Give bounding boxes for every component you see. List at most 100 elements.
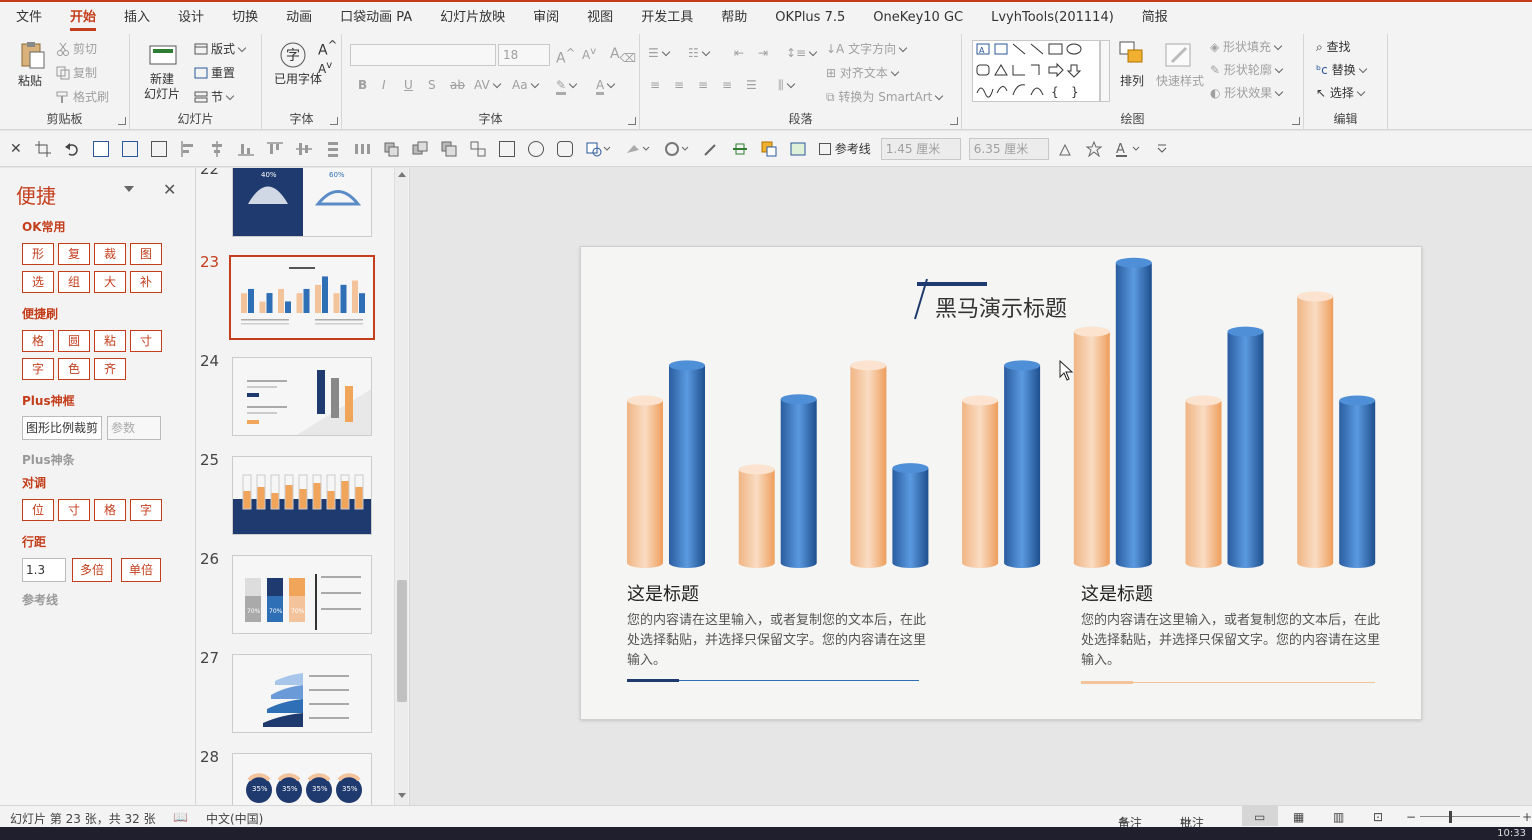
bar-peach-1[interactable] <box>627 395 663 569</box>
zoom-out-icon[interactable]: − <box>1406 810 1416 824</box>
group-objects-icon[interactable] <box>470 141 486 157</box>
font-color-icon[interactable]: A <box>596 78 616 95</box>
increase-indent-icon[interactable]: ⇥ <box>758 46 768 60</box>
line-spacing-icon[interactable]: ↕≡ <box>786 46 818 60</box>
shapes-dropdown-icon[interactable] <box>586 141 612 157</box>
eyedropper-icon[interactable] <box>703 141 719 157</box>
reuse-font-button[interactable]: 已用字体 <box>274 72 322 87</box>
highlight-icon[interactable]: ✎ <box>556 78 578 95</box>
tab-2[interactable]: 插入 <box>124 3 150 33</box>
slideshow-icon[interactable]: ⊡ <box>1373 810 1383 824</box>
ok-button-3[interactable]: 图 <box>130 243 162 265</box>
distributed-icon[interactable]: ☰ <box>746 78 757 92</box>
bar-peach-3[interactable] <box>850 360 887 568</box>
arrange-icon[interactable] <box>1118 40 1148 70</box>
replace-button[interactable]: ᵇc 替换 <box>1316 61 1367 78</box>
smartart-button[interactable]: ⧉ 转换为 SmartArt <box>826 88 944 105</box>
decrease-indent-icon[interactable]: ⇤ <box>734 46 744 60</box>
ok-button-2[interactable]: 裁 <box>94 243 126 265</box>
slide-23[interactable]: 黑马演示标题 这是标题 您的内容请在这里输入，或者复制您的文本后，在此处选择黏贴… <box>580 246 1422 720</box>
scrollbar-thumb[interactable] <box>397 580 407 702</box>
layout-button[interactable]: 版式 <box>194 40 247 57</box>
adjust-button-0[interactable]: 位 <box>22 499 54 521</box>
align-middle-objects-icon[interactable] <box>295 141 312 157</box>
scroll-up-icon[interactable] <box>398 172 406 177</box>
adjust-button-2[interactable]: 格 <box>94 499 126 521</box>
new-slide-icon[interactable] <box>148 40 178 70</box>
tab-14[interactable]: LvyhTools(201114) <box>991 3 1114 33</box>
ok-button-0[interactable]: 形 <box>22 243 54 265</box>
panel-close-icon[interactable]: ✕ <box>163 180 176 199</box>
bar-blue-1[interactable] <box>669 360 705 568</box>
shape-effects-button[interactable]: ◐ 形状效果 <box>1210 84 1284 101</box>
right-column-heading[interactable]: 这是标题 <box>1081 580 1153 606</box>
ok-button-7[interactable]: 补 <box>130 271 162 293</box>
right-column-body[interactable]: 您的内容请在这里输入，或者复制您的文本后，在此处选择黏贴，并选择只保留文字。您的… <box>1081 611 1381 671</box>
undo-icon[interactable] <box>64 141 80 157</box>
shape-width-field[interactable]: 1.45 厘米 <box>880 137 961 160</box>
distribute-horizontal-icon[interactable] <box>354 141 370 157</box>
brush-button-3[interactable]: 寸 <box>130 330 162 352</box>
rectangle-icon[interactable] <box>498 140 515 157</box>
left-column-heading[interactable]: 这是标题 <box>627 580 699 606</box>
tab-8[interactable]: 审阅 <box>533 3 559 33</box>
align-text-button[interactable]: ⊞ 对齐文本 <box>826 64 900 81</box>
align-right-icon[interactable]: ≡ <box>698 78 708 92</box>
bar-blue-3[interactable] <box>892 463 929 568</box>
tab-10[interactable]: 开发工具 <box>641 3 693 33</box>
slide-thumbnail-22[interactable]: 40% 60% <box>232 168 372 237</box>
paste-icon[interactable] <box>16 40 46 70</box>
outline-color-icon[interactable] <box>664 141 690 157</box>
text-direction-button[interactable]: ↓A 文字方向 <box>826 40 908 57</box>
numbering-icon[interactable]: ☷ <box>688 46 711 60</box>
shapes-gallery[interactable]: A { } <box>972 40 1100 102</box>
reuse-font-launcher-icon[interactable] <box>330 117 338 125</box>
clipboard-launcher-icon[interactable] <box>118 117 126 125</box>
strikethrough-icon[interactable]: ab <box>450 78 465 92</box>
bar-peach-4[interactable] <box>962 395 999 569</box>
reading-view-icon[interactable]: ▥ <box>1333 810 1344 824</box>
export-icon[interactable] <box>150 140 167 157</box>
tab-5[interactable]: 动画 <box>286 3 312 33</box>
slide-thumbnail-27[interactable] <box>232 654 372 733</box>
same-height-icon[interactable] <box>412 141 428 157</box>
underline-icon[interactable]: U <box>404 78 413 92</box>
same-size-icon[interactable] <box>441 141 457 157</box>
tab-15[interactable]: 简报 <box>1142 3 1168 33</box>
ok-button-1[interactable]: 复 <box>58 243 90 265</box>
tab-12[interactable]: OKPlus 7.5 <box>775 3 845 33</box>
slide-thumbnail-24[interactable] <box>232 357 372 436</box>
guide-tool-icon[interactable] <box>732 141 748 157</box>
zoom-slider-thumb[interactable] <box>1449 811 1452 823</box>
bar-peach-2[interactable] <box>738 464 775 568</box>
adjust-button-1[interactable]: 寸 <box>58 499 90 521</box>
slide-thumbnail-26[interactable]: 70% 70% 70% <box>232 555 372 634</box>
ok-button-5[interactable]: 组 <box>58 271 90 293</box>
bar-peach-5[interactable] <box>1073 326 1110 568</box>
char-spacing-icon[interactable]: AV <box>474 78 501 92</box>
align-top-objects-icon[interactable] <box>266 141 283 157</box>
arrange-button[interactable]: 排列 <box>1120 72 1144 89</box>
align-center-objects-icon[interactable] <box>209 140 225 157</box>
distribute-vertical-icon[interactable] <box>325 141 341 157</box>
tab-13[interactable]: OneKey10 GC <box>873 3 963 33</box>
fill-color-icon[interactable] <box>625 141 651 157</box>
copy-button[interactable]: 复制 <box>56 64 97 81</box>
select-button[interactable]: ↖ 选择 <box>1316 84 1366 101</box>
bar-peach-6[interactable] <box>1185 395 1222 569</box>
same-width-icon[interactable] <box>383 141 399 157</box>
customize-toolbar-icon[interactable] <box>1154 141 1170 157</box>
italic-icon[interactable]: I <box>382 78 386 92</box>
scroll-down-icon[interactable] <box>398 793 406 798</box>
shadow-icon[interactable]: S <box>428 78 436 92</box>
shape-height-field[interactable]: 6.35 厘米 <box>968 137 1049 160</box>
textbox-icon[interactable] <box>121 140 138 157</box>
justify-icon[interactable]: ≡ <box>722 78 732 92</box>
reset-button[interactable]: 重置 <box>194 64 235 81</box>
frame-mode-input[interactable]: 图形比例裁剪 <box>22 416 102 440</box>
section-button[interactable]: 节 <box>194 88 235 105</box>
tab-7[interactable]: 幻灯片放映 <box>440 3 505 33</box>
spacing-single-button[interactable]: 单倍 <box>121 558 161 582</box>
language-indicator[interactable]: 中文(中国) <box>206 810 263 827</box>
find-button[interactable]: ⌕ 查找 <box>1316 38 1351 55</box>
